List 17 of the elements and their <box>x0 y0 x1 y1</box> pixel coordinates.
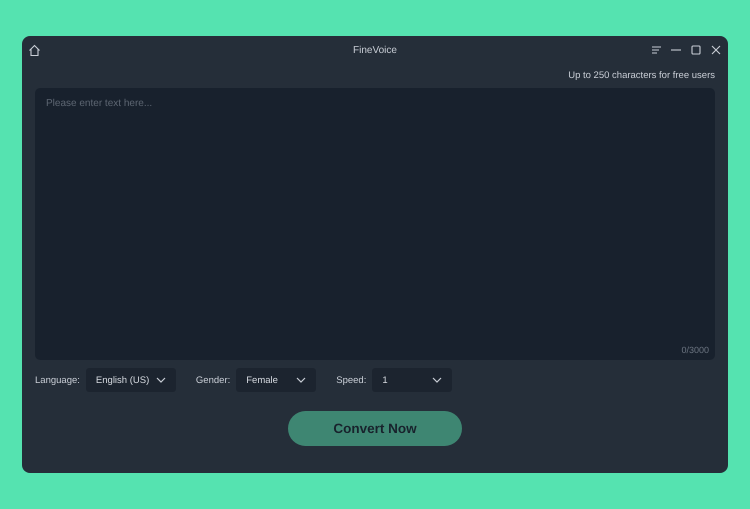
menu-icon[interactable] <box>651 45 662 55</box>
maximize-icon[interactable] <box>690 45 702 55</box>
convert-button[interactable]: Convert Now <box>288 411 462 446</box>
chevron-icon <box>296 377 306 383</box>
character-limit-note: Up to 250 characters for free users <box>568 70 715 81</box>
chevron-icon <box>432 377 442 383</box>
dropdown[interactable]: 1 <box>372 368 452 392</box>
character-counter: 0/3000 <box>681 345 709 355</box>
select-label: Language: <box>35 374 80 386</box>
window-title: FineVoice <box>353 44 397 56</box>
select-label: Speed: <box>336 374 366 386</box>
close-icon[interactable] <box>710 45 722 55</box>
select-label: Gender: <box>196 374 230 386</box>
dropdown[interactable]: Female <box>236 368 316 392</box>
dropdown[interactable]: English (US) <box>86 368 176 392</box>
chevron-icon <box>156 377 166 383</box>
home-icon[interactable] <box>28 44 41 56</box>
